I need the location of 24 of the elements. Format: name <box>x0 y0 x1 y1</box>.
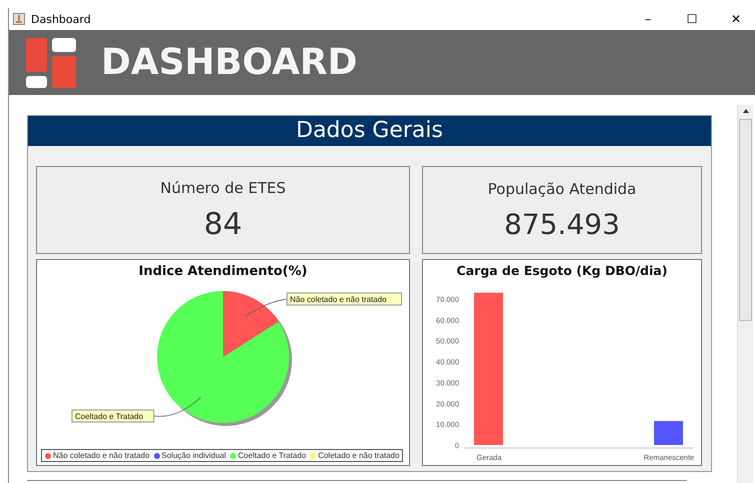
legend-label: Coletado e não tratado <box>318 451 400 460</box>
stat-value: 84 <box>204 206 242 242</box>
legend-label: Coeltado e Tratado <box>238 451 306 460</box>
app-icon <box>13 13 25 25</box>
chart-title: Carga de Esgoto (Kg DBO/dia) <box>456 263 668 278</box>
slice-label: Coeltado e Tratado <box>72 410 154 422</box>
window-control[interactable]: – <box>629 12 667 26</box>
logo-icon <box>26 38 76 88</box>
leader-line <box>244 298 288 317</box>
leader-line <box>153 397 202 417</box>
bar <box>654 421 683 445</box>
chart-title: Indice Atendimento(%) <box>138 264 308 279</box>
window-control[interactable]: ✕ <box>717 12 755 26</box>
stat-label: População Atendida <box>488 180 636 198</box>
stat-value: 875.493 <box>504 208 620 240</box>
scrollbar[interactable] <box>737 105 753 483</box>
window-control[interactable]: ☐ <box>673 12 711 26</box>
legend-label: Solução individual <box>162 451 226 460</box>
app-title: DASHBOARD <box>101 42 358 83</box>
legend-label: Não coletado e não tratado <box>53 451 150 460</box>
panel-title: Dados Gerais <box>28 116 711 146</box>
window-title: Dashboard <box>31 12 91 26</box>
slice-label: Não coletado e não tratado <box>286 292 402 306</box>
stat-label: Número de ETES <box>160 178 286 196</box>
